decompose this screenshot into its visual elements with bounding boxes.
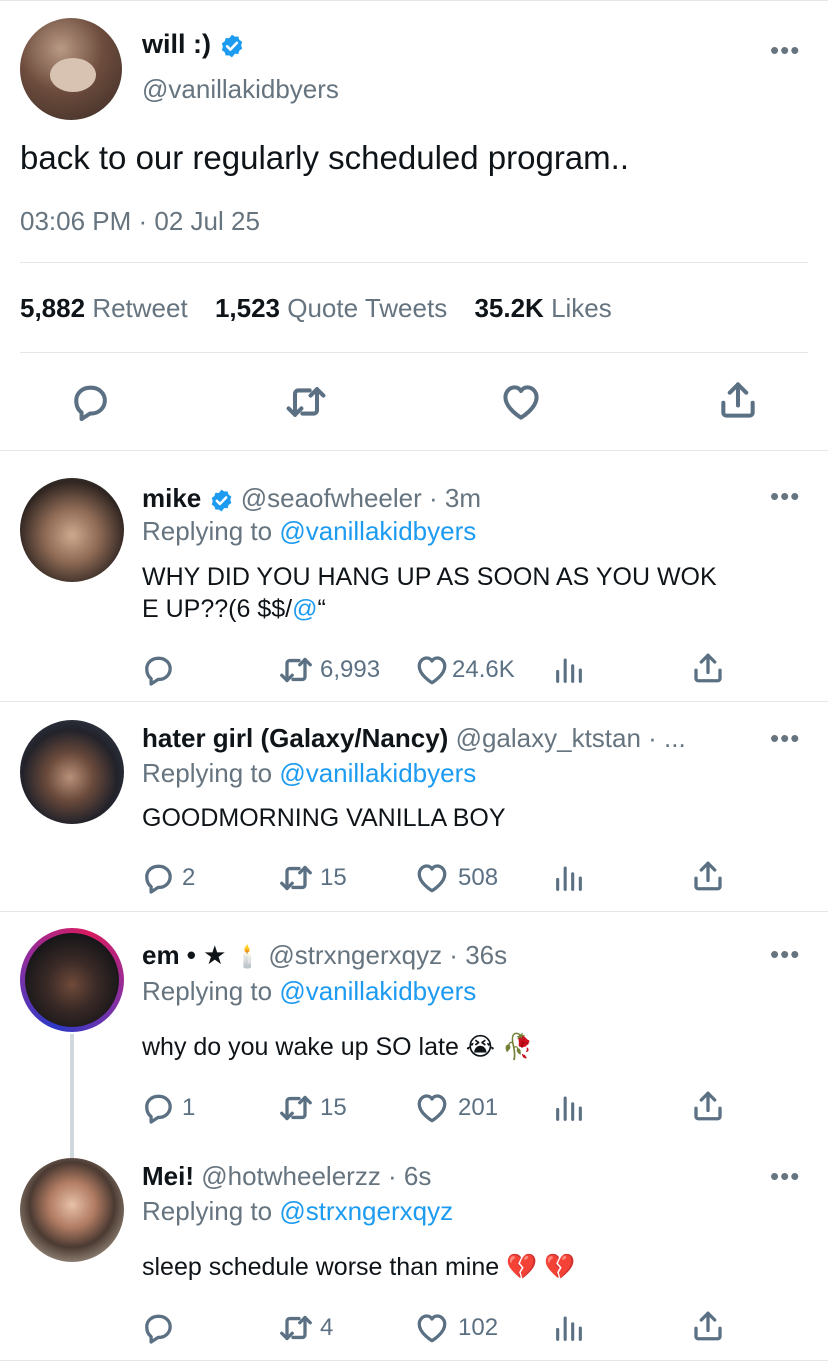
reply-handle-time[interactable]: @galaxy_ktstan · ...: [456, 723, 686, 753]
reply-display-name[interactable]: em • ★: [142, 940, 226, 970]
divider: [0, 1360, 828, 1361]
divider: [0, 701, 828, 702]
divider: [20, 262, 808, 263]
avatar[interactable]: [20, 478, 124, 582]
heart-icon[interactable]: [414, 860, 450, 896]
reply-count: 1: [182, 1094, 196, 1121]
retweet-icon[interactable]: [282, 380, 330, 424]
retweet-icon[interactable]: [276, 652, 316, 688]
quotes-stat[interactable]: 1,523 Quote Tweets: [215, 293, 447, 323]
like-count: 508: [458, 864, 499, 891]
analytics-icon[interactable]: [552, 1310, 586, 1346]
reply-icon[interactable]: [140, 652, 176, 688]
mention-link[interactable]: @vanillakidbyers: [279, 976, 476, 1006]
reply-header: hater girl (Galaxy/Nancy) @galaxy_ktstan…: [142, 722, 686, 754]
reply-icon[interactable]: [140, 1310, 176, 1346]
retweet-icon[interactable]: [276, 1090, 316, 1126]
mention-link[interactable]: @strxngerxqyz: [279, 1196, 453, 1226]
avatar[interactable]: [20, 928, 124, 1032]
analytics-icon[interactable]: [552, 652, 586, 688]
divider: [0, 450, 828, 451]
like-count: 102: [458, 1314, 499, 1341]
heart-icon[interactable]: [499, 380, 543, 424]
reply-handle-time[interactable]: @strxngerxqyz · 36s: [268, 940, 507, 970]
retweets-stat[interactable]: 5,882 Retweet: [20, 293, 188, 323]
heart-icon[interactable]: [414, 652, 450, 688]
author-display-name[interactable]: will :): [142, 29, 211, 59]
tweet-text: back to our regularly scheduled program.…: [20, 139, 629, 176]
tweet-timestamp[interactable]: 03:06 PM · 02 Jul 25: [20, 206, 260, 236]
more-icon[interactable]: •••: [770, 37, 800, 63]
reply-icon[interactable]: [140, 1090, 176, 1126]
divider: [0, 911, 828, 912]
reply-header: mike @seaofwheeler · 3m: [142, 482, 481, 514]
reply-text: GOODMORNING VANILLA BOY: [142, 804, 506, 832]
reply-text: WHY DID YOU HANG UP AS SOON AS YOU WOK E…: [142, 563, 717, 623]
reply-text: why do you wake up SO late 😭 🥀: [142, 1033, 534, 1061]
reply-icon[interactable]: [140, 860, 176, 896]
retweet-count: 15: [320, 864, 347, 891]
mention-link[interactable]: @vanillakidbyers: [279, 516, 476, 546]
verified-badge-icon: [211, 489, 231, 512]
share-icon[interactable]: [690, 1088, 726, 1124]
candle-icon: 🕯️: [233, 944, 262, 969]
replying-to: Replying to @vanillakidbyers: [142, 758, 477, 788]
retweet-icon[interactable]: [276, 1310, 316, 1346]
replying-to: Replying to @strxngerxqyz: [142, 1196, 454, 1226]
more-icon[interactable]: •••: [770, 725, 800, 751]
analytics-icon[interactable]: [552, 1090, 586, 1126]
reply-count: 2: [182, 864, 196, 891]
share-icon[interactable]: [690, 1308, 726, 1344]
reply-display-name[interactable]: Mei!: [142, 1161, 194, 1191]
more-icon[interactable]: •••: [770, 1163, 800, 1189]
avatar[interactable]: [20, 720, 124, 824]
analytics-icon[interactable]: [552, 860, 586, 896]
replying-to: Replying to @vanillakidbyers: [142, 516, 477, 546]
more-icon[interactable]: •••: [770, 941, 800, 967]
like-count: 201: [458, 1094, 499, 1121]
top-divider: [0, 0, 828, 1]
reply-header: Mei! @hotwheelerzz · 6s: [142, 1160, 431, 1192]
avatar[interactable]: [20, 1158, 124, 1262]
divider: [20, 352, 808, 353]
avatar-main[interactable]: [20, 18, 122, 120]
heart-icon[interactable]: [414, 1310, 450, 1346]
author-name-row: will :): [142, 28, 245, 60]
thread-line: [70, 1034, 74, 1158]
retweet-icon[interactable]: [276, 860, 316, 896]
retweet-count: 15: [320, 1094, 347, 1121]
reply-handle-time[interactable]: @seaofwheeler · 3m: [241, 483, 481, 513]
share-icon[interactable]: [690, 650, 726, 686]
tweet-stats: 5,882 Retweet 1,523 Quote Tweets 35.2K L…: [20, 292, 612, 324]
reply-handle-time[interactable]: @hotwheelerzz · 6s: [201, 1161, 431, 1191]
reply-text: sleep schedule worse than mine 💔 💔: [142, 1253, 576, 1281]
share-icon[interactable]: [690, 858, 726, 894]
reply-display-name[interactable]: mike: [142, 483, 201, 513]
more-icon[interactable]: •••: [770, 483, 800, 509]
reply-display-name[interactable]: hater girl (Galaxy/Nancy): [142, 723, 448, 753]
author-handle[interactable]: @vanillakidbyers: [142, 74, 339, 104]
heart-icon[interactable]: [414, 1090, 450, 1126]
reply-icon[interactable]: [68, 380, 112, 424]
replying-to: Replying to @vanillakidbyers: [142, 976, 477, 1006]
share-icon[interactable]: [716, 378, 760, 422]
mention-link[interactable]: @vanillakidbyers: [279, 758, 476, 788]
like-count: 24.6K: [452, 656, 515, 683]
verified-badge-icon: [221, 34, 242, 58]
reply-header: em • ★ 🕯️ @strxngerxqyz · 36s: [142, 939, 507, 973]
retweet-count: 6,993: [320, 656, 381, 683]
retweet-count: 4: [320, 1314, 334, 1341]
likes-stat[interactable]: 35.2K Likes: [474, 293, 611, 323]
